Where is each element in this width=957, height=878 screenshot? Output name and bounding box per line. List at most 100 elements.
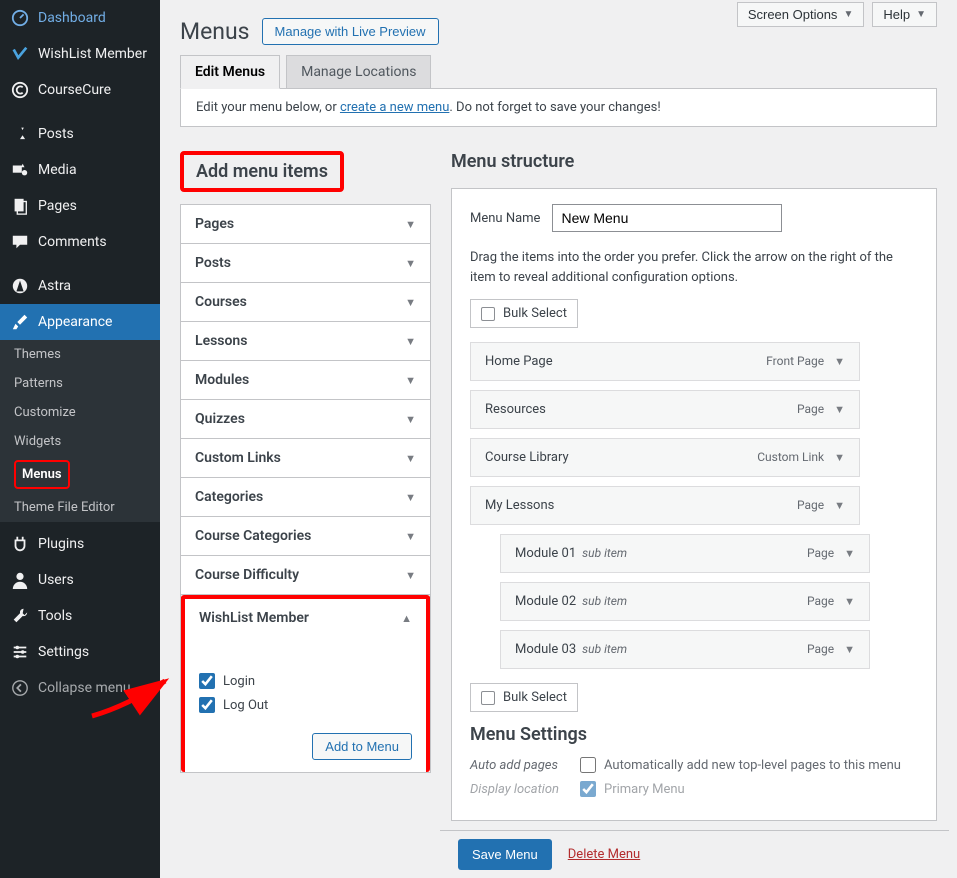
sidebar-label: Appearance [38, 314, 112, 330]
menu-item-module-01[interactable]: Module 01sub item Page▼ [500, 534, 870, 573]
item-type: Page [807, 594, 834, 608]
brush-icon [10, 312, 30, 332]
user-icon [10, 570, 30, 590]
sidebar-item-collapse[interactable]: Collapse menu [0, 670, 160, 706]
sidebar-item-pages[interactable]: Pages [0, 188, 160, 224]
menu-item-course-library[interactable]: Course Library Custom Link▼ [470, 438, 860, 477]
tab-edit-menus[interactable]: Edit Menus [180, 55, 280, 89]
acc-custom-links[interactable]: Custom Links▼ [181, 439, 430, 477]
chevron-down-icon: ▼ [916, 9, 926, 20]
sidebar-sub-themes[interactable]: Themes [0, 340, 160, 369]
sidebar-item-astra[interactable]: Astra [0, 268, 160, 304]
sidebar-sub-theme-editor[interactable]: Theme File Editor [0, 493, 160, 522]
add-to-menu-button[interactable]: Add to Menu [312, 733, 412, 760]
chevron-down-icon: ▼ [405, 530, 416, 543]
sidebar-item-comments[interactable]: Comments [0, 224, 160, 260]
item-type: Custom Link [757, 450, 824, 464]
check-logout-row: Log Out [199, 693, 412, 717]
page-title: Menus [180, 18, 250, 45]
sidebar-label: Plugins [38, 536, 84, 552]
chevron-up-icon: ▲ [401, 612, 412, 625]
sidebar-item-users[interactable]: Users [0, 562, 160, 598]
chevron-down-icon[interactable]: ▼ [834, 355, 845, 368]
sidebar-label: Users [38, 572, 74, 588]
chevron-down-icon[interactable]: ▼ [844, 547, 855, 560]
chevron-down-icon: ▼ [843, 9, 853, 20]
bulk-select-bottom[interactable]: Bulk Select [470, 683, 578, 712]
add-items-column: Add menu items Pages▼ Posts▼ Courses▼ Le… [180, 151, 431, 821]
delete-menu-link[interactable]: Delete Menu [568, 847, 640, 862]
sidebar-item-coursecure[interactable]: CourseCure [0, 72, 160, 108]
astra-icon [10, 276, 30, 296]
chevron-down-icon[interactable]: ▼ [834, 403, 845, 416]
acc-course-difficulty[interactable]: Course Difficulty▼ [181, 556, 430, 594]
sidebar-item-wishlist[interactable]: WishList Member [0, 36, 160, 72]
menu-item-module-02[interactable]: Module 02sub item Page▼ [500, 582, 870, 621]
live-preview-button[interactable]: Manage with Live Preview [262, 18, 439, 45]
tab-manage-locations[interactable]: Manage Locations [286, 55, 431, 89]
sidebar-item-appearance[interactable]: Appearance [0, 304, 160, 340]
menu-item-module-03[interactable]: Module 03sub item Page▼ [500, 630, 870, 669]
sidebar-item-posts[interactable]: Posts [0, 116, 160, 152]
wrench-icon [10, 606, 30, 626]
add-items-heading: Add menu items [180, 151, 431, 192]
create-menu-link[interactable]: create a new menu [340, 100, 449, 115]
sliders-icon [10, 642, 30, 662]
tab-bar: Edit Menus Manage Locations [180, 55, 937, 89]
menu-item-home[interactable]: Home Page Front Page▼ [470, 342, 860, 381]
acc-wishlist-header[interactable]: WishList Member▲ [185, 599, 426, 637]
acc-wishlist-member: WishList Member▲ Login Log Out Add to M [181, 595, 430, 772]
notice-bar: Edit your menu below, or create a new me… [180, 88, 937, 127]
settings-label: Auto add pages [470, 758, 580, 773]
checkbox-login[interactable] [199, 673, 215, 689]
chevron-down-icon: ▼ [405, 335, 416, 348]
sidebar-sub-patterns[interactable]: Patterns [0, 369, 160, 398]
item-type: Page [797, 498, 824, 512]
chevron-down-icon[interactable]: ▼ [844, 643, 855, 656]
comments-icon [10, 232, 30, 252]
menu-item-my-lessons[interactable]: My Lessons Page▼ [470, 486, 860, 525]
sub-item-label: sub item [582, 594, 627, 608]
structure-box: Menu Name Drag the items into the order … [451, 188, 937, 821]
coursecure-icon [10, 80, 30, 100]
sidebar-item-media[interactable]: Media [0, 152, 160, 188]
item-type: Page [797, 402, 824, 416]
chevron-down-icon: ▼ [405, 257, 416, 270]
acc-pages[interactable]: Pages▼ [181, 205, 430, 243]
display-location-checkbox[interactable] [580, 781, 596, 797]
chevron-down-icon[interactable]: ▼ [844, 595, 855, 608]
menu-items-list: Home Page Front Page▼ Resources Page▼ Co… [470, 342, 918, 669]
acc-modules[interactable]: Modules▼ [181, 361, 430, 399]
chevron-down-icon: ▼ [405, 296, 416, 309]
save-menu-button[interactable]: Save Menu [458, 839, 552, 870]
wishlist-icon [10, 44, 30, 64]
sidebar-sub-widgets[interactable]: Widgets [0, 427, 160, 456]
chevron-down-icon[interactable]: ▼ [834, 451, 845, 464]
help-button[interactable]: Help▼ [872, 2, 937, 27]
checkbox-logout[interactable] [199, 697, 215, 713]
chevron-down-icon: ▼ [405, 374, 416, 387]
acc-quizzes[interactable]: Quizzes▼ [181, 400, 430, 438]
chevron-down-icon: ▼ [405, 491, 416, 504]
menu-item-resources[interactable]: Resources Page▼ [470, 390, 860, 429]
sidebar-item-tools[interactable]: Tools [0, 598, 160, 634]
acc-categories[interactable]: Categories▼ [181, 478, 430, 516]
acc-lessons[interactable]: Lessons▼ [181, 322, 430, 360]
sidebar-item-plugins[interactable]: Plugins [0, 526, 160, 562]
acc-courses[interactable]: Courses▼ [181, 283, 430, 321]
main-content: Screen Options▼ Help▼ Menus Manage with … [160, 0, 957, 878]
accordion: Pages▼ Posts▼ Courses▼ Lessons▼ Modules▼… [180, 204, 431, 773]
auto-add-checkbox[interactable] [580, 757, 596, 773]
sidebar-item-settings[interactable]: Settings [0, 634, 160, 670]
sidebar-sub-customize[interactable]: Customize [0, 398, 160, 427]
pin-icon [10, 124, 30, 144]
acc-posts[interactable]: Posts▼ [181, 244, 430, 282]
bulk-select-top[interactable]: Bulk Select [470, 299, 578, 328]
menu-name-input[interactable] [552, 204, 782, 232]
acc-course-categories[interactable]: Course Categories▼ [181, 517, 430, 555]
chevron-down-icon[interactable]: ▼ [834, 499, 845, 512]
sidebar-item-dashboard[interactable]: Dashboard [0, 0, 160, 36]
screen-options-button[interactable]: Screen Options▼ [737, 2, 865, 27]
sidebar-sub-menus[interactable]: Menus [0, 456, 160, 493]
sub-item-label: sub item [582, 546, 627, 560]
